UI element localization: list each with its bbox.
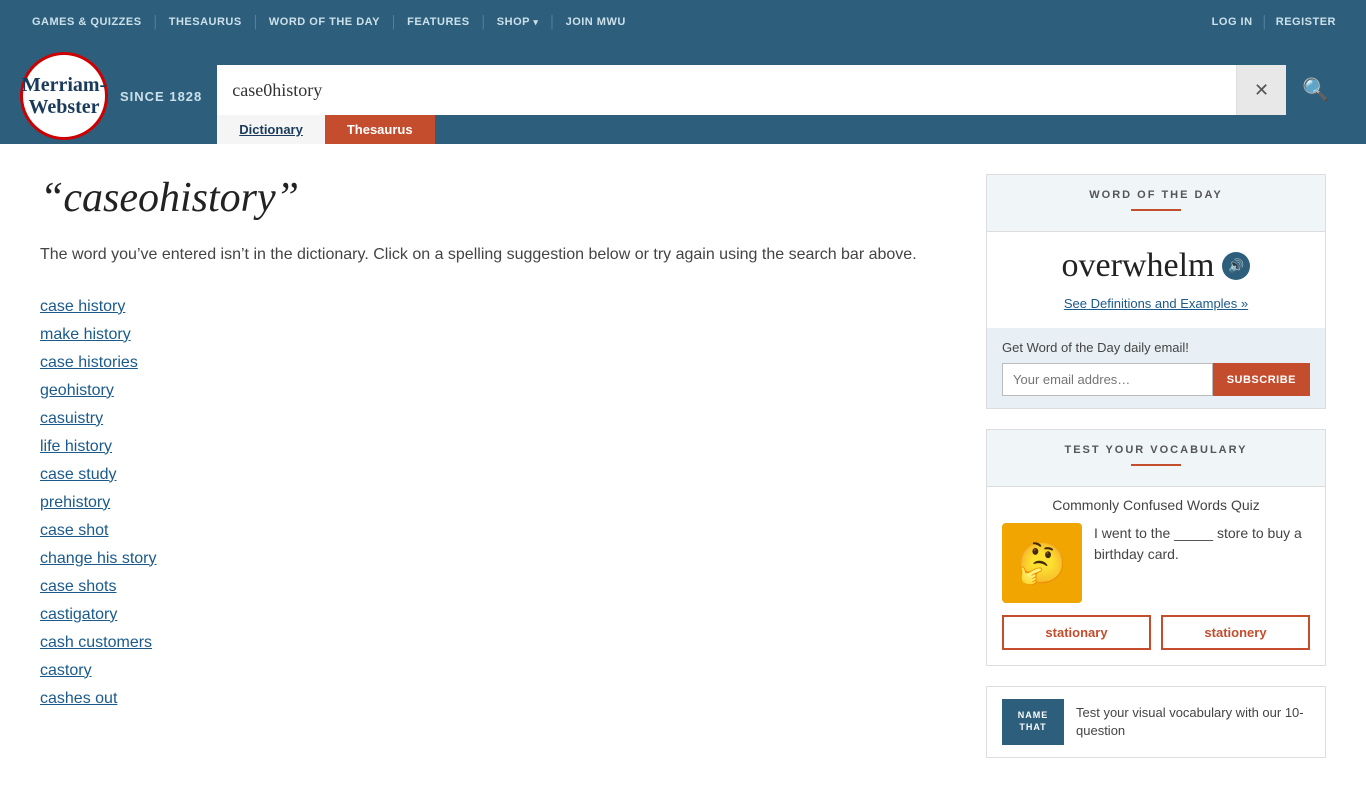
logo-mw-text: Merriam-Webster [22, 74, 106, 118]
list-item: case shots [40, 573, 946, 601]
suggestion-link-1[interactable]: make history [40, 326, 131, 343]
tab-dictionary[interactable]: Dictionary [217, 115, 325, 144]
suggestion-link-4[interactable]: casuistry [40, 410, 103, 427]
wotd-label-divider [1131, 209, 1181, 211]
list-item: prehistory [40, 489, 946, 517]
name-badge: NAMETHAT [1002, 699, 1064, 745]
wotd-header: WORD OF THE DAY [987, 175, 1325, 232]
right-column: WORD OF THE DAY overwhelm 🔊 See Definiti… [986, 174, 1326, 758]
search-icon: 🔍 [1302, 77, 1329, 103]
vocab-box: TEST YOUR VOCABULARY Commonly Confused W… [986, 429, 1326, 666]
search-submit-button[interactable]: 🔍 [1286, 65, 1346, 115]
main-wrapper: “caseohistory” The word you’ve entered i… [0, 144, 1366, 788]
wotd-word-row: overwhelm 🔊 [1002, 247, 1310, 285]
suggestion-link-8[interactable]: case shot [40, 522, 108, 539]
suggestion-link-14[interactable]: cashes out [40, 690, 117, 707]
list-item: castigatory [40, 601, 946, 629]
suggestion-link-10[interactable]: case shots [40, 578, 116, 595]
suggestion-link-12[interactable]: cash customers [40, 634, 152, 651]
wotd-word-area: overwhelm 🔊 See Definitions and Examples… [987, 232, 1325, 328]
wotd-subscribe-button[interactable]: SUBSCRIBE [1213, 363, 1310, 396]
wotd-link-area: See Definitions and Examples » [1002, 295, 1310, 313]
vocab-question: I went to the _____ store to buy a birth… [1094, 523, 1310, 565]
vocab-answers-row: stationary stationery [987, 615, 1325, 665]
top-nav: GAMES & QUIZZES | THESAURUS | WORD OF TH… [0, 0, 1366, 44]
vocab-label: TEST YOUR VOCABULARY [1002, 444, 1310, 456]
login-link[interactable]: LOG IN [1202, 16, 1263, 28]
suggestion-link-0[interactable]: case history [40, 298, 125, 315]
wotd-definitions-link[interactable]: See Definitions and Examples » [1064, 296, 1248, 311]
nav-wotd[interactable]: WORD OF THE DAY [257, 16, 392, 28]
wotd-email-prompt: Get Word of the Day daily email! [1002, 340, 1310, 355]
tab-thesaurus[interactable]: Thesaurus [325, 115, 435, 144]
vocab-answer-0[interactable]: stationary [1002, 615, 1151, 650]
suggestion-link-7[interactable]: prehistory [40, 494, 110, 511]
suggestion-link-11[interactable]: castigatory [40, 606, 117, 623]
vocab-quiz-title: Commonly Confused Words Quiz [987, 487, 1325, 523]
wotd-word: overwhelm [1062, 247, 1215, 285]
list-item: case study [40, 461, 946, 489]
search-input[interactable] [217, 65, 1236, 115]
not-found-text: The word you’ve entered isn’t in the dic… [40, 242, 946, 268]
suggestion-link-6[interactable]: case study [40, 466, 116, 483]
list-item: life history [40, 433, 946, 461]
logo-container: Merriam-Webster SINCE 1828 [20, 52, 202, 144]
page-title: “caseohistory” [40, 174, 946, 222]
shop-arrow-icon: ▾ [533, 17, 538, 27]
nav-thesaurus[interactable]: THESAURUS [157, 16, 254, 28]
name-that-box: NAMETHAT Test your visual vocabulary wit… [986, 686, 1326, 758]
wotd-speaker-button[interactable]: 🔊 [1222, 252, 1250, 280]
suggestions-list: case history make history case histories… [40, 293, 946, 713]
nav-join[interactable]: JOIN MWU [554, 16, 638, 28]
name-badge-text: NAMETHAT [1018, 710, 1049, 733]
list-item: case shot [40, 517, 946, 545]
register-link[interactable]: REGISTER [1266, 16, 1346, 28]
logo-since: SINCE 1828 [120, 89, 202, 104]
vocab-emoji-box: 🤔 [1002, 523, 1082, 603]
logo-circle[interactable]: Merriam-Webster [20, 52, 108, 140]
speaker-icon: 🔊 [1228, 258, 1244, 274]
search-area: ✕ 🔍 Dictionary Thesaurus [217, 65, 1346, 144]
vocab-divider [1131, 464, 1181, 466]
wotd-label: WORD OF THE DAY [1002, 189, 1310, 201]
suggestion-link-13[interactable]: castory [40, 662, 92, 679]
list-item: cashes out [40, 685, 946, 713]
vocab-emoji: 🤔 [1017, 540, 1067, 587]
list-item: case history [40, 293, 946, 321]
top-nav-links: GAMES & QUIZZES | THESAURUS | WORD OF TH… [20, 13, 1202, 31]
vocab-answer-1[interactable]: stationery [1161, 615, 1310, 650]
suggestion-link-5[interactable]: life history [40, 438, 112, 455]
top-nav-auth: LOG IN | REGISTER [1202, 13, 1346, 31]
suggestion-link-9[interactable]: change his story [40, 550, 157, 567]
search-tabs: Dictionary Thesaurus [217, 115, 1346, 144]
search-bar: ✕ 🔍 [217, 65, 1346, 115]
list-item: cash customers [40, 629, 946, 657]
list-item: geohistory [40, 377, 946, 405]
left-column: “caseohistory” The word you’ve entered i… [40, 174, 946, 758]
vocab-image-row: 🤔 I went to the _____ store to buy a bir… [987, 523, 1325, 615]
list-item: case histories [40, 349, 946, 377]
nav-features[interactable]: FEATURES [395, 16, 481, 28]
vocab-header: TEST YOUR VOCABULARY [987, 430, 1325, 487]
wotd-email-row: SUBSCRIBE [1002, 363, 1310, 396]
list-item: make history [40, 321, 946, 349]
suggestion-link-3[interactable]: geohistory [40, 382, 114, 399]
wotd-email-area: Get Word of the Day daily email! SUBSCRI… [987, 328, 1325, 408]
site-header: Merriam-Webster SINCE 1828 ✕ 🔍 Dictionar… [0, 44, 1366, 144]
name-that-description: Test your visual vocabulary with our 10-… [1076, 704, 1310, 740]
list-item: change his story [40, 545, 946, 573]
search-clear-button[interactable]: ✕ [1236, 65, 1286, 115]
nav-shop[interactable]: SHOP ▾ [485, 16, 551, 28]
nav-games[interactable]: GAMES & QUIZZES [20, 16, 154, 28]
list-item: casuistry [40, 405, 946, 433]
suggestion-link-2[interactable]: case histories [40, 354, 138, 371]
wotd-box: WORD OF THE DAY overwhelm 🔊 See Definiti… [986, 174, 1326, 409]
list-item: castory [40, 657, 946, 685]
wotd-email-input[interactable] [1002, 363, 1213, 396]
